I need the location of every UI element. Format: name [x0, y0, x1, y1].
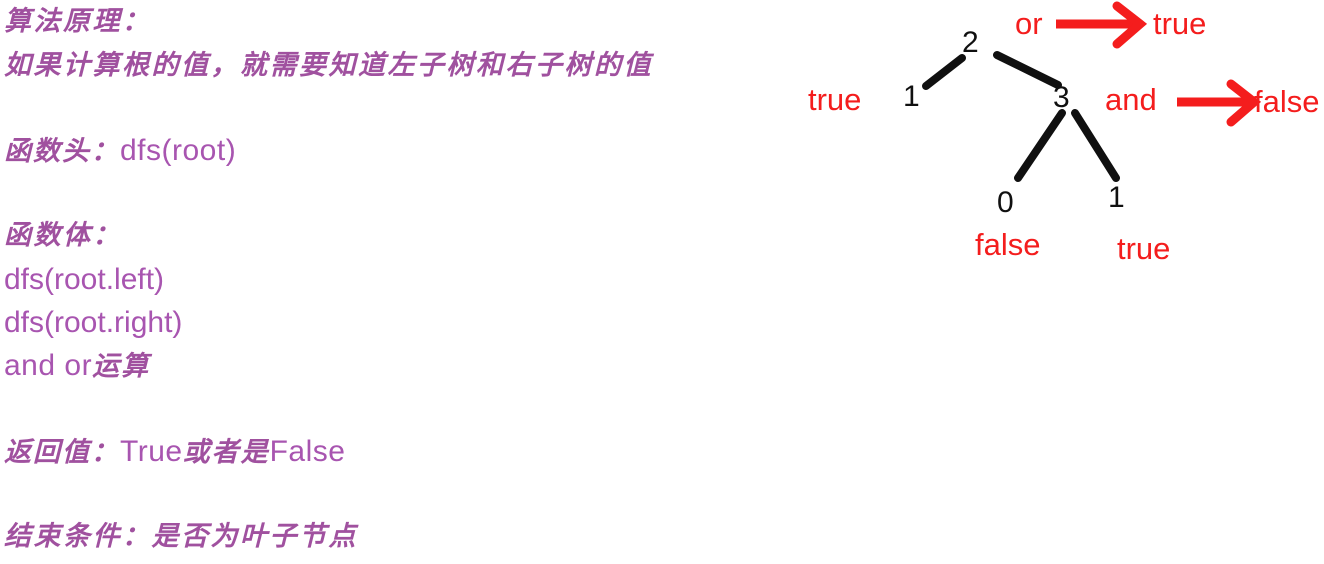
note-return-true: True [120, 435, 183, 468]
tree-label-right-child-operator: and [1105, 82, 1157, 117]
tree-edge-group [922, 51, 1120, 182]
note-return-conjunction: 或者是 [182, 437, 270, 467]
binary-tree-diagram: 2 1 3 0 1 true or true and false false t… [790, 0, 1324, 564]
notes-panel: 算法原理： 如果计算根的值，就需要知道左子树和右子树的值 函数头：dfs(roo… [0, 0, 790, 564]
note-end-condition: 结束条件：是否为叶子节点 [4, 521, 358, 551]
note-function-head-code: dfs(root) [120, 134, 237, 167]
note-and-or-op: and or运算 [4, 351, 150, 381]
tree-edges-and-arrows-svg [922, 1, 1262, 182]
note-call-right: dfs(root.right) [4, 306, 183, 339]
tree-node-root: 2 [962, 26, 979, 59]
note-and-or-keywords: and or [4, 349, 93, 382]
tree-node-right-leaf: 1 [1108, 181, 1125, 214]
tree-label-root-operator: or [1015, 6, 1043, 41]
tree-node-right-child: 3 [1053, 81, 1070, 114]
tree-label-left-child-value: true [808, 82, 862, 117]
tree-edge-root-to-right [993, 51, 1062, 89]
note-return-label: 返回值： [4, 437, 120, 467]
tree-edge-right-to-right-leaf [1071, 109, 1120, 182]
tree-edge-right-to-left-leaf [1014, 109, 1066, 182]
tree-label-right-leaf-value: true [1117, 231, 1171, 266]
note-return-value: 返回值：True或者是False [4, 437, 345, 467]
tree-edge-root-to-left [922, 54, 966, 90]
note-principle-body: 如果计算根的值，就需要知道左子树和右子树的值 [4, 50, 653, 80]
note-function-body-heading: 函数体： [4, 220, 122, 250]
tree-node-left-child: 1 [903, 80, 920, 113]
note-call-left: dfs(root.left) [4, 263, 165, 296]
note-function-head: 函数头：dfs(root) [4, 136, 236, 166]
tree-label-left-leaf-value: false [975, 227, 1041, 262]
tree-label-right-child-result: false [1254, 84, 1320, 119]
tree-label-root-result: true [1153, 6, 1207, 41]
note-return-false: False [269, 435, 346, 468]
note-function-head-label: 函数头： [4, 136, 120, 166]
note-and-or-suffix: 运算 [92, 351, 151, 381]
tree-node-left-leaf: 0 [997, 186, 1014, 219]
note-principle-heading: 算法原理： [4, 6, 152, 36]
